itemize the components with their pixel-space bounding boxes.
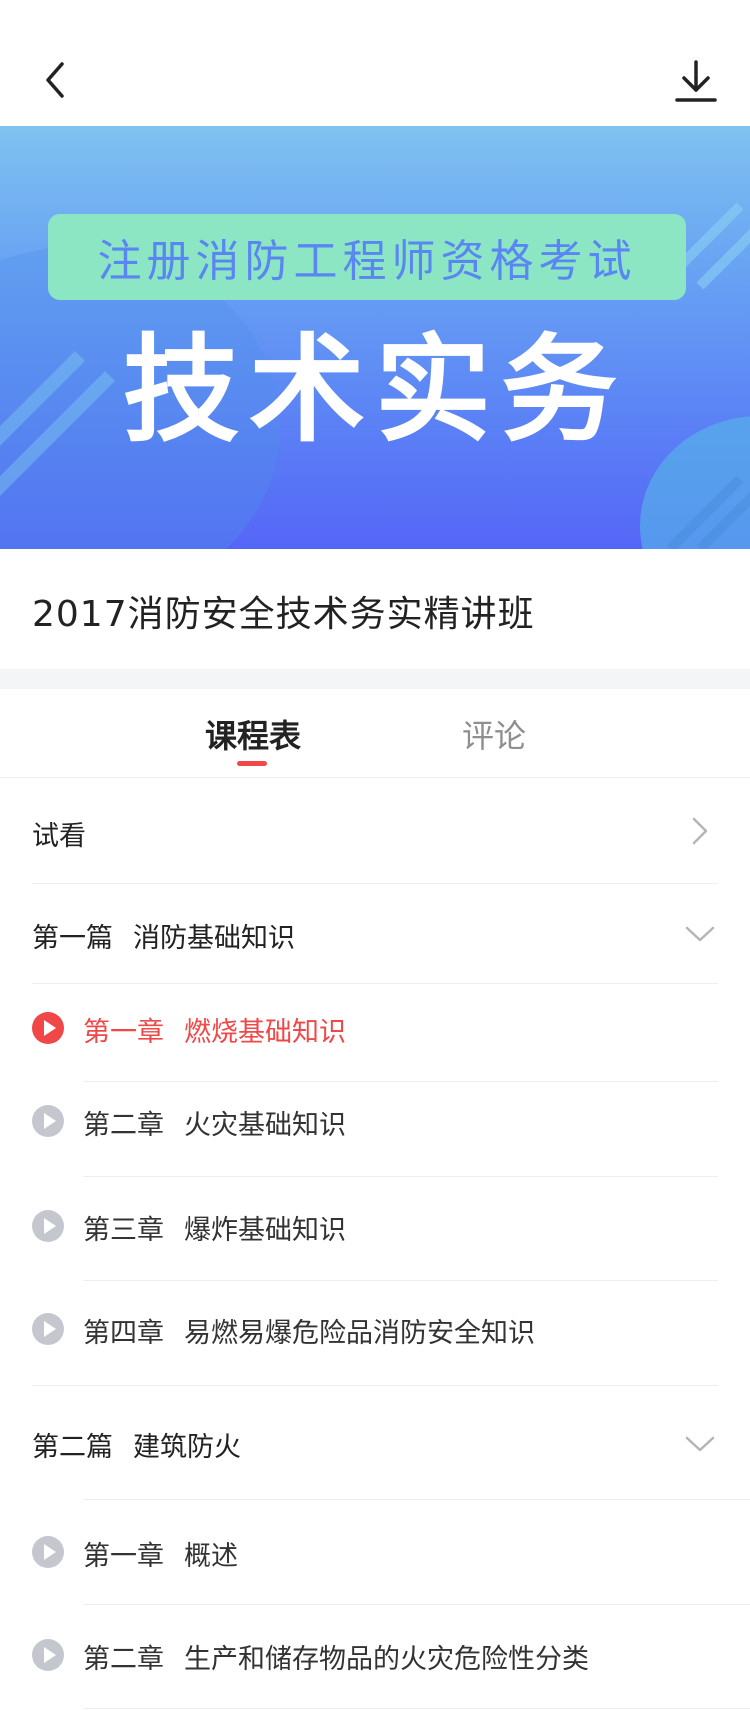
chevron-left-icon bbox=[46, 62, 64, 98]
course-banner: 注册消防工程师资格考试 技术实务 bbox=[0, 126, 750, 549]
chevron-down-icon bbox=[685, 926, 715, 942]
divider bbox=[83, 1708, 750, 1709]
section-title-2: 第二篇 建筑防火 bbox=[32, 1432, 241, 1463]
course-title-section: 2017消防安全技术务实精讲班 bbox=[0, 549, 750, 669]
tab-active-indicator bbox=[237, 761, 267, 766]
chapter-row[interactable]: 第二章 生产和储存物品的火灾危险性分类 bbox=[0, 1605, 750, 1711]
chapter-row[interactable]: 第一章 概述 bbox=[0, 1500, 750, 1604]
section-title-1: 第一篇 消防基础知识 bbox=[32, 923, 295, 954]
chapter-row[interactable]: 第二章 火灾基础知识 bbox=[0, 1082, 750, 1178]
section-header-2[interactable]: 第二篇 建筑防火 bbox=[0, 1386, 750, 1499]
preview-row[interactable]: 试看 bbox=[0, 778, 750, 883]
course-detail-page: 注册消防工程师资格考试 技术实务 2017消防安全技术务实精讲班 课程表 评论 … bbox=[0, 0, 750, 1711]
chevron-right-icon bbox=[692, 817, 708, 845]
chapter-row[interactable]: 第四章 易燃易爆危险品消防安全知识 bbox=[0, 1281, 750, 1385]
play-icon bbox=[32, 1210, 64, 1242]
banner-subtitle: 注册消防工程师资格考试 bbox=[97, 236, 637, 287]
chapter-label: 第三章 爆炸基础知识 bbox=[83, 1215, 346, 1246]
banner-title: 技术实务 bbox=[123, 323, 627, 458]
play-icon bbox=[32, 1639, 64, 1671]
chapter-label: 第一章 燃烧基础知识 bbox=[83, 1017, 346, 1048]
section-header-1[interactable]: 第一篇 消防基础知识 bbox=[0, 884, 750, 983]
preview-label: 试看 bbox=[32, 821, 86, 852]
download-button[interactable] bbox=[670, 55, 722, 107]
tab-bar: 课程表 评论 bbox=[0, 689, 750, 778]
chapter-label: 第一章 概述 bbox=[83, 1541, 238, 1572]
download-icon bbox=[675, 60, 717, 102]
top-bar bbox=[0, 0, 750, 126]
chapter-row[interactable]: 第三章 爆炸基础知识 bbox=[0, 1177, 750, 1281]
section-separator bbox=[0, 669, 750, 689]
play-icon bbox=[32, 1536, 64, 1568]
banner-subtitle-box: 注册消防工程师资格考试 bbox=[48, 214, 686, 300]
play-icon bbox=[32, 1105, 64, 1137]
course-title: 2017消防安全技术务实精讲班 bbox=[32, 594, 535, 635]
back-button[interactable] bbox=[30, 55, 80, 105]
tab-comments[interactable]: 评论 bbox=[462, 711, 526, 757]
chapter-label: 第二章 火灾基础知识 bbox=[83, 1110, 346, 1141]
chapter-row[interactable]: 第一章 燃烧基础知识 bbox=[0, 984, 750, 1080]
chapter-label: 第四章 易燃易爆危险品消防安全知识 bbox=[83, 1318, 535, 1349]
play-icon bbox=[32, 1313, 64, 1345]
tab-schedule[interactable]: 课程表 bbox=[205, 711, 301, 757]
chevron-down-icon bbox=[685, 1436, 715, 1452]
chapter-label: 第二章 生产和储存物品的火灾危险性分类 bbox=[83, 1644, 589, 1675]
play-icon bbox=[32, 1012, 64, 1044]
